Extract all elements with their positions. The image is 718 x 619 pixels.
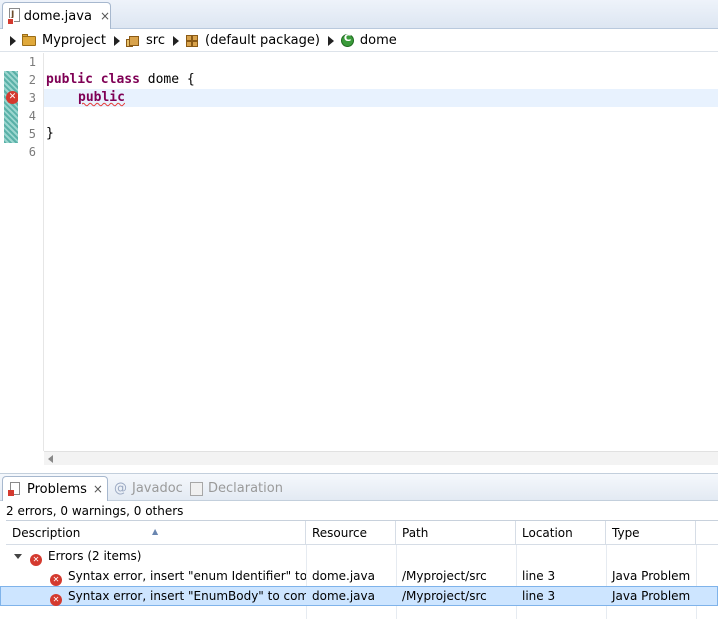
error-group-row[interactable]: ✕ Errors (2 items) bbox=[6, 546, 718, 566]
problems-table[interactable]: Description ▲ Resource Path Location Type… bbox=[0, 520, 718, 619]
editor-tab-bar: J dome.java × bbox=[0, 0, 718, 29]
column-header-description[interactable]: Description ▲ bbox=[6, 521, 306, 545]
class-icon: C bbox=[340, 33, 355, 48]
line-number: 4 bbox=[28, 109, 36, 123]
breadcrumb-project[interactable]: Myproject bbox=[22, 33, 106, 48]
tab-declaration[interactable]: Declaration bbox=[190, 476, 283, 501]
error-icon: ✕ bbox=[50, 574, 62, 586]
code-text[interactable]: public class dome { public } bbox=[46, 53, 718, 451]
tab-javadoc[interactable]: @ Javadoc bbox=[114, 476, 183, 501]
expand-icon[interactable] bbox=[14, 554, 22, 559]
problems-view: Problems × @ Javadoc Declaration 2 error… bbox=[0, 473, 718, 619]
chevron-right-icon[interactable] bbox=[10, 35, 16, 46]
close-icon[interactable]: × bbox=[100, 9, 110, 23]
change-ruler bbox=[4, 71, 18, 143]
close-icon[interactable]: × bbox=[93, 482, 103, 496]
breadcrumb-src[interactable]: src bbox=[126, 33, 165, 48]
column-header-location[interactable]: Location bbox=[516, 521, 606, 545]
tab-problems[interactable]: Problems × bbox=[2, 476, 108, 501]
tab-javadoc-label: Javadoc bbox=[132, 481, 183, 496]
java-file-error-icon: J bbox=[7, 8, 20, 25]
code-line-2: public class dome { bbox=[46, 72, 195, 87]
breadcrumb-project-label: Myproject bbox=[42, 33, 107, 48]
project-folder-icon bbox=[22, 33, 37, 48]
declaration-icon bbox=[190, 481, 203, 496]
chevron-right-icon[interactable] bbox=[173, 35, 180, 46]
error-group-label: Errors (2 items) bbox=[48, 549, 142, 563]
table-header: Description ▲ Resource Path Location Type bbox=[6, 521, 718, 545]
line-number: 6 bbox=[28, 145, 36, 159]
chevron-right-icon[interactable] bbox=[327, 35, 334, 46]
error-icon: ✕ bbox=[50, 594, 62, 606]
code-line-3: public bbox=[78, 89, 125, 107]
line-number: 2 bbox=[28, 73, 36, 87]
tab-declaration-label: Declaration bbox=[208, 481, 283, 496]
line-number: 5 bbox=[28, 127, 36, 141]
breadcrumb-class[interactable]: C dome bbox=[340, 33, 397, 48]
table-row[interactable]: ✕ Syntax error, insert "enum Identifier" … bbox=[6, 566, 718, 586]
javadoc-icon: @ bbox=[114, 481, 127, 496]
code-editor[interactable]: ✕ 1 2 3 4 5 6 public class dome { public… bbox=[0, 53, 718, 465]
breadcrumb-class-label: dome bbox=[359, 33, 397, 48]
source-folder-icon bbox=[126, 33, 141, 48]
line-number: 1 bbox=[28, 55, 36, 69]
sort-up-icon: ▲ bbox=[152, 527, 159, 536]
problems-summary: 2 errors, 0 warnings, 0 others bbox=[6, 504, 184, 518]
breadcrumb-package-label: (default package) bbox=[205, 33, 320, 48]
table-row[interactable]: ✕ Syntax error, insert "EnumBody" to comp… bbox=[0, 586, 718, 606]
chevron-right-icon[interactable] bbox=[114, 35, 121, 46]
error-icon: ✕ bbox=[30, 554, 42, 566]
column-header-resource[interactable]: Resource bbox=[306, 521, 396, 545]
problems-icon bbox=[8, 482, 22, 496]
tab-problems-label: Problems bbox=[27, 481, 87, 497]
view-tab-bar: Problems × @ Javadoc Declaration bbox=[0, 474, 718, 501]
package-icon bbox=[185, 33, 200, 48]
column-header-type[interactable]: Type bbox=[606, 521, 696, 545]
breadcrumb-src-label: src bbox=[146, 33, 166, 48]
line-number-gutter: 1 2 3 4 5 6 bbox=[18, 53, 44, 451]
editor-tab-dome-java[interactable]: J dome.java × bbox=[2, 2, 111, 29]
column-header-path[interactable]: Path bbox=[396, 521, 516, 545]
line-number: 3 bbox=[28, 91, 36, 105]
horizontal-scrollbar[interactable] bbox=[44, 451, 718, 465]
editor-tab-label: dome.java bbox=[23, 8, 92, 24]
code-line-5: } bbox=[46, 126, 54, 141]
breadcrumb-package[interactable]: (default package) bbox=[185, 33, 320, 48]
scroll-left-icon[interactable] bbox=[48, 455, 53, 463]
error-keyword: public bbox=[78, 90, 125, 105]
breadcrumb: Myproject src (default package) C dome bbox=[0, 30, 718, 52]
